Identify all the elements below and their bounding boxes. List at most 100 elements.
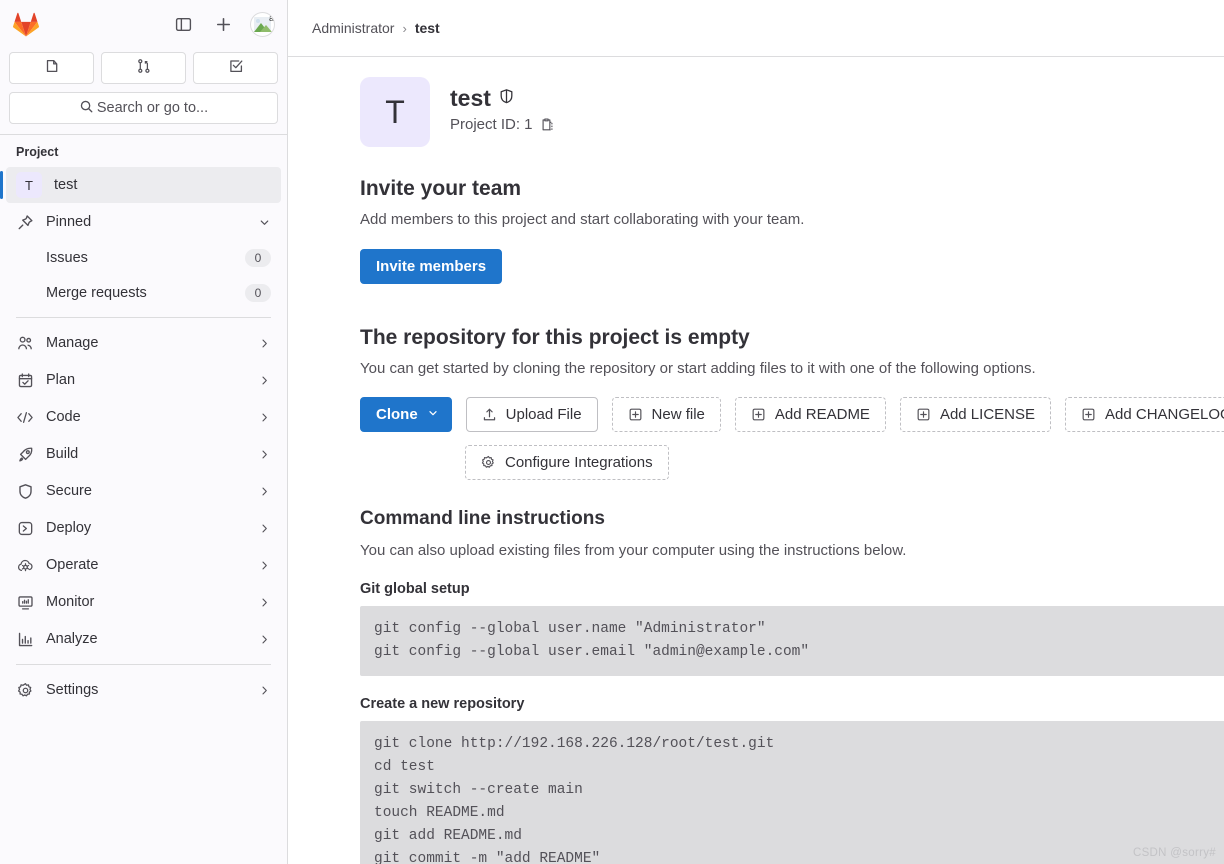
upload-icon	[482, 407, 497, 422]
sidebar-item-issues[interactable]: Issues 0	[6, 241, 281, 275]
sidebar-separator-settings	[16, 664, 271, 665]
sidebar-item-settings[interactable]: Settings	[6, 672, 281, 708]
chevron-right-icon	[258, 448, 271, 461]
chevron-right-icon	[258, 485, 271, 498]
sidebar-item-label: Settings	[46, 682, 99, 698]
command-line-instructions-section: Command line instructions You can also u…	[360, 508, 1224, 864]
monitor-icon	[16, 594, 34, 611]
sidebar-item-label: Monitor	[46, 594, 95, 610]
project-avatar-initial: T	[16, 172, 42, 198]
copy-clipboard-icon[interactable]	[540, 117, 555, 132]
button-label: New file	[651, 405, 705, 423]
git-global-setup-heading: Git global setup	[360, 580, 470, 597]
button-label: Configure Integrations	[505, 453, 653, 471]
sidebar-item-project-test[interactable]: T test	[0, 167, 281, 203]
issues-shortcut-button[interactable]	[9, 52, 94, 84]
sidebar-item-label: Operate	[46, 557, 99, 573]
search-placeholder: Search or go to...	[96, 100, 209, 116]
empty-repository-section: The repository for this project is empty…	[360, 326, 1224, 480]
chevron-right-icon	[258, 559, 271, 572]
broken-image-avatar-icon[interactable]: a	[250, 11, 275, 37]
gitlab-logo-icon[interactable]	[10, 8, 42, 40]
chevron-right-icon	[258, 374, 271, 387]
sidebar: a Search or go to... Project T test Pinn…	[0, 0, 288, 864]
create-new-repository-heading: Create a new repository	[360, 695, 525, 712]
chevron-right-icon	[258, 337, 271, 350]
todo-shortcut-button[interactable]	[193, 52, 278, 84]
git-global-setup-code[interactable]: git config --global user.name "Administr…	[360, 605, 1224, 676]
sidebar-item-label: test	[54, 177, 78, 193]
upload-file-button[interactable]: Upload File	[465, 396, 598, 432]
invite-team-section: Invite your team Add members to this pro…	[360, 177, 1224, 284]
chart-icon	[16, 631, 34, 648]
clone-button[interactable]: Clone	[360, 396, 452, 432]
sidebar-item-monitor[interactable]: Monitor	[6, 584, 281, 620]
sidebar-item-plan[interactable]: Plan	[6, 362, 281, 398]
project-header: T test Project ID: 1	[360, 77, 1224, 147]
search-input[interactable]: Search or go to...	[9, 92, 278, 124]
sidebar-item-pinned[interactable]: Pinned	[6, 204, 281, 240]
plus-box-icon	[628, 407, 643, 422]
sidebar-item-merge-requests[interactable]: Merge requests 0	[6, 276, 281, 310]
sidebar-item-label: Analyze	[46, 631, 98, 647]
sidebar-top-actions: a	[170, 11, 275, 37]
deploy-icon	[16, 520, 34, 537]
sidebar-item-label: Secure	[46, 483, 92, 499]
sidebar-item-label: Deploy	[46, 520, 92, 536]
sidebar-separator	[16, 317, 271, 318]
create-new-repository-code[interactable]: git clone http://192.168.226.128/root/te…	[360, 720, 1224, 864]
merge-request-icon	[136, 58, 152, 79]
clone-label: Clone	[376, 405, 418, 423]
sidebar-item-label: Pinned	[46, 214, 92, 230]
page-body: T test Project ID: 1 Invite your team Ad…	[288, 57, 1224, 864]
todo-check-icon	[228, 58, 244, 79]
sidebar-quick-actions	[0, 48, 287, 92]
add-changelog-button[interactable]: Add CHANGELOG	[1065, 396, 1224, 432]
add-license-button[interactable]: Add LICENSE	[899, 396, 1051, 432]
button-label: Add LICENSE	[939, 405, 1035, 423]
new-file-button[interactable]: New file	[611, 396, 721, 432]
sidebar-item-secure[interactable]: Secure	[6, 473, 281, 509]
code-icon	[16, 409, 34, 426]
search-icon	[79, 99, 94, 118]
users-icon	[16, 335, 34, 352]
sidebar-item-label: Manage	[46, 335, 99, 351]
sidebar-section-title: Project	[16, 145, 59, 159]
breadcrumb-current-link[interactable]: test	[415, 20, 440, 36]
invite-members-button[interactable]: Invite members	[360, 248, 503, 284]
sidebar-item-deploy[interactable]: Deploy	[6, 510, 281, 546]
sidebar-item-label: Plan	[46, 372, 76, 388]
project-header-info: test Project ID: 1	[450, 77, 555, 133]
plus-icon[interactable]	[210, 11, 236, 37]
breadcrumb-separator-icon: ›	[402, 20, 407, 36]
sidebar-item-code[interactable]: Code	[6, 399, 281, 435]
button-label: Add README	[774, 405, 870, 423]
merge-requests-count-badge: 0	[245, 284, 271, 302]
sidebar-panel-icon[interactable]	[170, 11, 196, 37]
project-title-row: test	[450, 85, 555, 112]
sidebar-item-operate[interactable]: Operate	[6, 547, 281, 583]
pin-icon	[16, 214, 34, 231]
chevron-down-icon	[258, 216, 271, 229]
sidebar-item-manage[interactable]: Manage	[6, 325, 281, 361]
sidebar-item-analyze[interactable]: Analyze	[6, 621, 281, 657]
project-avatar: T	[360, 77, 430, 147]
sidebar-item-label: Build	[46, 446, 79, 462]
add-readme-button[interactable]: Add README	[734, 396, 886, 432]
cloud-gear-icon	[16, 557, 34, 574]
sidebar-nav: Project T test Pinned Issues 0 Merge req…	[0, 135, 287, 864]
breadcrumb-root-link[interactable]: Administrator	[312, 20, 394, 36]
sidebar-item-label: Code	[46, 409, 81, 425]
repo-actions-row: Clone Upload File New file Add README Ad…	[360, 396, 1224, 432]
rocket-icon	[16, 446, 34, 463]
merge-requests-shortcut-button[interactable]	[101, 52, 186, 84]
project-id-row: Project ID: 1	[450, 116, 555, 133]
chevron-down-icon	[427, 406, 439, 423]
integrations-row: Configure Integrations	[360, 444, 1224, 480]
sidebar-item-build[interactable]: Build	[6, 436, 281, 472]
configure-integrations-button[interactable]: Configure Integrations	[465, 444, 669, 480]
shield-private-icon	[498, 88, 515, 110]
issue-icon	[44, 58, 60, 79]
chevron-right-icon	[258, 522, 271, 535]
invite-description: Add members to this project and start co…	[360, 211, 805, 228]
